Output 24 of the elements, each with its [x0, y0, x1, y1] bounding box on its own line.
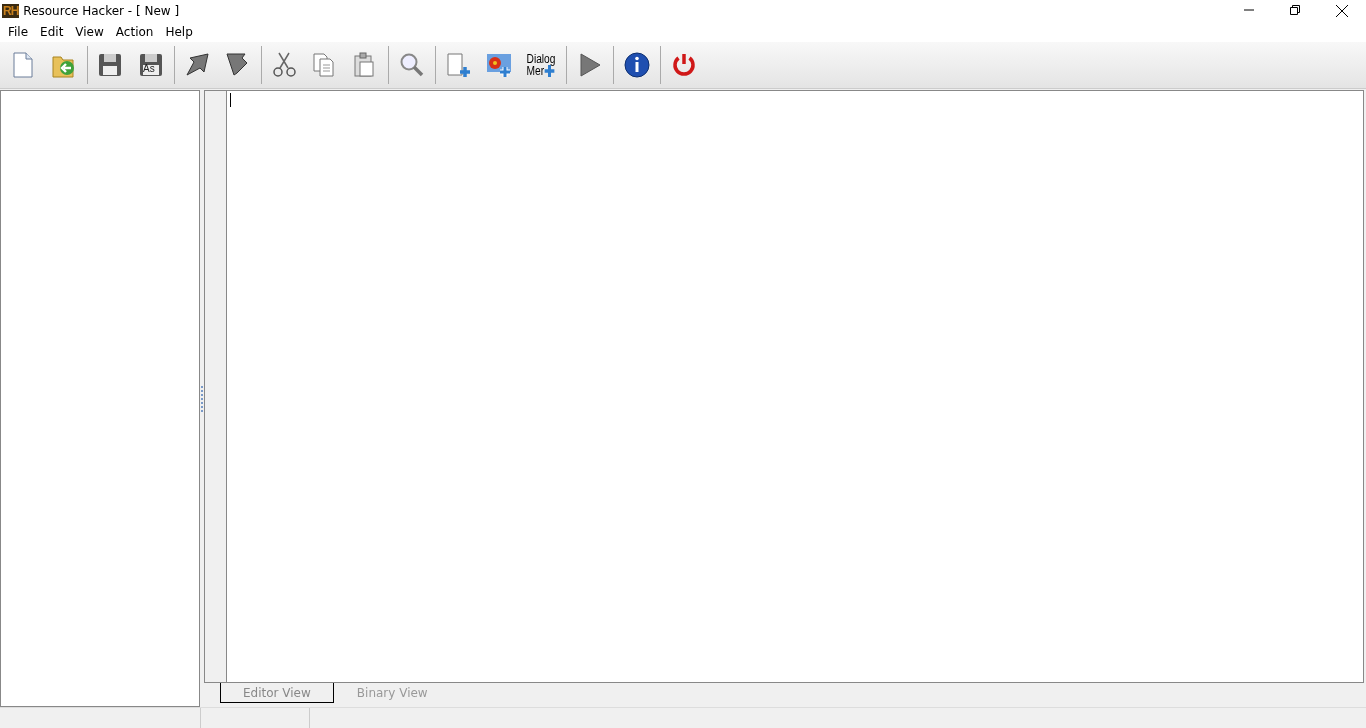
text-cursor	[230, 93, 231, 107]
search-icon	[398, 51, 426, 79]
scissors-icon	[271, 51, 299, 79]
app-logo: RH	[2, 4, 20, 18]
button-label: Dialog	[526, 53, 556, 65]
menu-item[interactable]: Edit	[34, 25, 70, 39]
save-as-button[interactable]: As	[136, 50, 166, 80]
add-image-icon	[485, 51, 513, 79]
button-label: Mer	[526, 65, 545, 77]
close-icon[interactable]	[1336, 5, 1348, 17]
add-dialog-button[interactable]: Dialog Mer	[526, 50, 556, 80]
plus-icon	[544, 65, 555, 77]
info-button[interactable]	[622, 50, 652, 80]
menu-item[interactable]: Help	[159, 25, 199, 39]
menu-item[interactable]: View	[69, 25, 110, 39]
window-title: Resource Hacker - [ New ]	[23, 4, 181, 18]
power-icon	[670, 51, 698, 79]
button-label: As	[143, 64, 155, 74]
menu-item[interactable]: Action	[109, 25, 160, 39]
diagonal-arrow-icon	[184, 51, 212, 79]
menu-item[interactable]: File	[2, 25, 35, 39]
restore-icon[interactable]	[1290, 5, 1300, 15]
add-document-icon	[445, 51, 473, 79]
info-icon	[623, 51, 651, 79]
